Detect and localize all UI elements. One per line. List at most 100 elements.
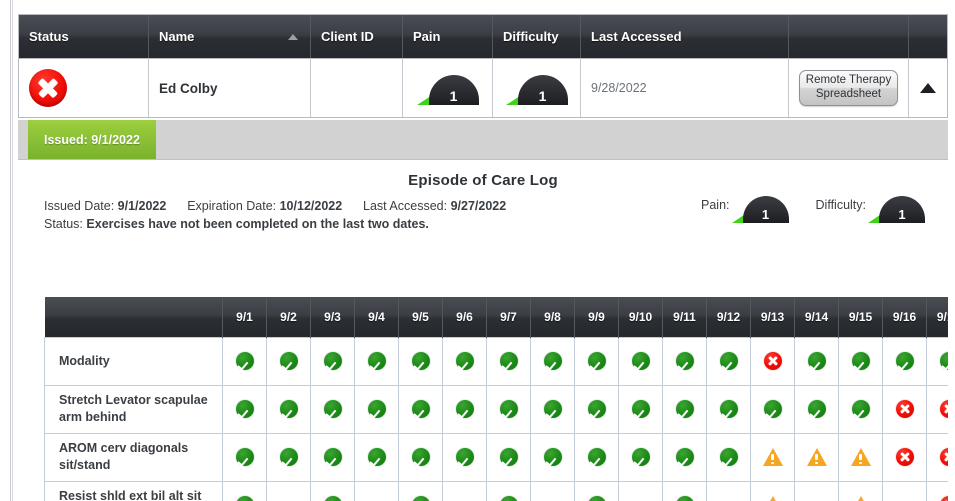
matrix-cell[interactable] xyxy=(662,336,707,386)
matrix-cell[interactable] xyxy=(222,432,267,482)
matrix-cell[interactable]: - xyxy=(794,480,839,501)
matrix-cell[interactable]: - xyxy=(354,480,399,501)
matrix-cell[interactable] xyxy=(750,336,795,386)
matrix-cell[interactable] xyxy=(574,480,619,501)
matrix-cell[interactable] xyxy=(574,384,619,434)
matrix-cell-content xyxy=(839,448,882,466)
matrix-cell-content xyxy=(399,352,442,370)
matrix-cell[interactable] xyxy=(398,432,443,482)
matrix-cell[interactable] xyxy=(398,384,443,434)
matrix-cell[interactable] xyxy=(750,432,795,482)
matrix-cell[interactable] xyxy=(882,384,927,434)
matrix-cell[interactable] xyxy=(662,384,707,434)
matrix-cell[interactable] xyxy=(222,480,267,501)
matrix-cell[interactable]: - xyxy=(530,480,575,501)
check-circle-icon xyxy=(807,352,826,370)
tab-issued[interactable]: Issued: 9/1/2022 xyxy=(28,120,156,159)
column-header-status[interactable]: Status xyxy=(19,15,149,58)
matrix-cell[interactable] xyxy=(618,384,663,434)
matrix-cell[interactable]: - xyxy=(618,480,663,501)
matrix-cell[interactable] xyxy=(926,336,948,386)
column-header-name[interactable]: Name xyxy=(149,15,311,58)
matrix-cell[interactable] xyxy=(486,432,531,482)
matrix-date-header: 9/16 xyxy=(882,297,927,337)
exercise-name: AROM cerv diagonals sit/stand xyxy=(44,432,223,482)
column-header-difficulty[interactable]: Difficulty xyxy=(493,15,581,58)
matrix-cell[interactable] xyxy=(926,432,948,482)
matrix-cell[interactable] xyxy=(222,384,267,434)
matrix-cell[interactable] xyxy=(618,432,663,482)
matrix-row: Stretch Levator scapulae arm behind xyxy=(44,384,948,434)
cell-difficulty: 1 xyxy=(493,58,581,117)
matrix-cell[interactable] xyxy=(442,336,487,386)
matrix-cell[interactable] xyxy=(706,336,751,386)
matrix-cell[interactable] xyxy=(838,480,883,501)
matrix-cell[interactable] xyxy=(310,336,355,386)
matrix-cell[interactable] xyxy=(662,432,707,482)
matrix-cell[interactable]: - xyxy=(706,480,751,501)
matrix-date-header: 9/14 xyxy=(794,297,839,337)
remote-therapy-spreadsheet-button[interactable]: Remote Therapy Spreadsheet xyxy=(799,70,898,106)
matrix-cell[interactable]: - xyxy=(266,480,311,501)
episode-detail-panel: Issued: 9/1/2022 Episode of Care Log Iss… xyxy=(18,120,948,501)
matrix-cell[interactable]: - xyxy=(882,480,927,501)
matrix-cell[interactable] xyxy=(354,336,399,386)
matrix-cell[interactable] xyxy=(354,384,399,434)
exercise-name: Stretch Levator scapulae arm behind xyxy=(44,384,223,434)
matrix-cell[interactable] xyxy=(838,384,883,434)
cell-name: Ed Colby xyxy=(149,58,311,117)
matrix-cell[interactable] xyxy=(838,432,883,482)
matrix-cell[interactable] xyxy=(926,384,948,434)
column-header-pain[interactable]: Pain xyxy=(403,15,493,58)
matrix-date-header: 9/3 xyxy=(310,297,355,337)
matrix-cell[interactable] xyxy=(794,384,839,434)
matrix-cell-content xyxy=(883,400,926,418)
matrix-cell[interactable] xyxy=(706,432,751,482)
matrix-cell[interactable] xyxy=(486,384,531,434)
matrix-cell[interactable] xyxy=(486,336,531,386)
matrix-cell[interactable] xyxy=(442,432,487,482)
column-header-pain-label: Pain xyxy=(413,29,441,44)
matrix-cell[interactable] xyxy=(794,432,839,482)
matrix-cell[interactable] xyxy=(398,480,443,501)
matrix-cell[interactable] xyxy=(530,336,575,386)
matrix-cell-content xyxy=(223,448,266,466)
matrix-cell[interactable] xyxy=(310,432,355,482)
matrix-cell[interactable] xyxy=(882,336,927,386)
matrix-cell[interactable] xyxy=(398,336,443,386)
last-accessed-label: Last Accessed: xyxy=(363,199,448,213)
warning-triangle-icon xyxy=(762,448,783,466)
matrix-cell[interactable]: - xyxy=(442,480,487,501)
matrix-cell-content xyxy=(355,448,398,466)
matrix-cell[interactable] xyxy=(926,480,948,501)
page-title: Episode of Care Log xyxy=(408,172,558,189)
matrix-cell[interactable] xyxy=(310,384,355,434)
matrix-cell[interactable] xyxy=(838,336,883,386)
matrix-cell[interactable] xyxy=(442,384,487,434)
matrix-cell[interactable] xyxy=(266,432,311,482)
matrix-cell[interactable] xyxy=(266,336,311,386)
column-header-last-accessed[interactable]: Last Accessed xyxy=(581,15,789,58)
exercise-matrix: 9/1 9/2 9/3 9/4 9/5 9/6 9/7 9/8 9/9 9/10 9/11 9/12 9… xyxy=(44,297,948,501)
matrix-cell[interactable] xyxy=(266,384,311,434)
table-row[interactable]: Ed Colby 1 1 9/28/2022 Remote Therapy Sp… xyxy=(19,58,947,117)
matrix-cell[interactable] xyxy=(706,384,751,434)
matrix-cell-content xyxy=(311,448,354,466)
matrix-cell[interactable] xyxy=(574,336,619,386)
matrix-cell[interactable] xyxy=(794,336,839,386)
matrix-cell[interactable] xyxy=(574,432,619,482)
matrix-cell[interactable] xyxy=(310,480,355,501)
matrix-cell[interactable] xyxy=(530,432,575,482)
matrix-cell[interactable] xyxy=(750,384,795,434)
triangle-up-icon[interactable] xyxy=(920,83,936,93)
matrix-cell[interactable] xyxy=(486,480,531,501)
matrix-cell[interactable] xyxy=(618,336,663,386)
matrix-cell[interactable] xyxy=(750,480,795,501)
matrix-cell[interactable] xyxy=(354,432,399,482)
column-header-client-id[interactable]: Client ID xyxy=(311,15,403,58)
matrix-cell[interactable] xyxy=(530,384,575,434)
matrix-cell[interactable] xyxy=(222,336,267,386)
matrix-cell[interactable] xyxy=(662,480,707,501)
matrix-date-header: 9/4 xyxy=(354,297,399,337)
matrix-cell[interactable] xyxy=(882,432,927,482)
